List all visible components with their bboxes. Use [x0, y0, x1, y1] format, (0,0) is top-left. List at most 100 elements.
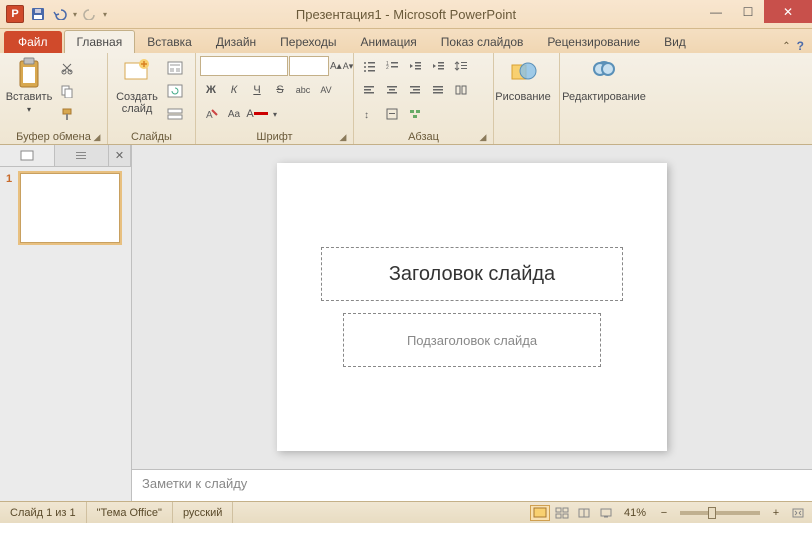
slide-thumbnail[interactable]: 1 [6, 173, 125, 243]
app-icon: P [6, 5, 24, 23]
shrink-font-icon[interactable]: A▾ [343, 55, 354, 77]
tab-insert[interactable]: Вставка [135, 31, 204, 53]
font-color-button[interactable]: A [246, 103, 268, 125]
grow-font-icon[interactable]: A▴ [330, 55, 342, 77]
clear-formatting-icon[interactable]: A [200, 103, 222, 125]
slide-canvas[interactable]: Заголовок слайда Подзаголовок слайда [132, 145, 812, 469]
sorter-view-icon[interactable] [552, 505, 572, 521]
reset-icon[interactable] [164, 80, 186, 102]
thumbnail-pane: ✕ 1 [0, 145, 132, 501]
underline-button[interactable]: Ч [246, 79, 268, 101]
title-placeholder[interactable]: Заголовок слайда [321, 247, 623, 301]
change-case-button[interactable]: Aa [223, 103, 245, 125]
ribbon: Вставить▾ Буфер обмена◢ Создать слайд Сл… [0, 53, 812, 145]
group-slides: Создать слайд Слайды [108, 53, 196, 144]
bold-button[interactable]: Ж [200, 79, 222, 101]
tab-design[interactable]: Дизайн [204, 31, 268, 53]
cut-icon[interactable] [56, 57, 78, 79]
decrease-indent-icon[interactable] [404, 55, 426, 77]
new-slide-button[interactable]: Создать слайд [112, 55, 162, 117]
columns-icon[interactable] [450, 79, 472, 101]
align-right-icon[interactable] [404, 79, 426, 101]
font-color-dropdown-icon[interactable]: ▾ [269, 103, 281, 125]
title-bar: P ▾ ▾ Презентация1 - Microsoft PowerPoin… [0, 0, 812, 29]
reading-view-icon[interactable] [574, 505, 594, 521]
editing-label: Редактирование [562, 91, 646, 103]
font-size-combo[interactable] [289, 56, 329, 76]
zoom-slider-thumb[interactable] [708, 507, 716, 519]
tab-review[interactable]: Рецензирование [535, 31, 652, 53]
zoom-out-icon[interactable]: − [654, 505, 674, 521]
group-editing: Редактирование [560, 53, 654, 144]
char-spacing-button[interactable]: AV [315, 79, 337, 101]
collapse-ribbon-icon[interactable]: ⌃ [782, 41, 790, 52]
window-title: Презентация1 - Microsoft PowerPoint [296, 7, 516, 22]
tab-slides-thumbnails[interactable] [0, 145, 55, 166]
align-text-icon[interactable] [381, 103, 403, 125]
close-pane-icon[interactable]: ✕ [109, 145, 131, 166]
layout-icon[interactable] [164, 57, 186, 79]
tab-transitions[interactable]: Переходы [268, 31, 348, 53]
line-spacing-icon[interactable] [450, 55, 472, 77]
shadow-button[interactable]: abc [292, 79, 314, 101]
help-icon[interactable]: ? [797, 39, 804, 53]
drawing-button[interactable]: Рисование [498, 55, 548, 105]
thumbnail-image [20, 173, 120, 243]
svg-text:2: 2 [386, 65, 389, 71]
tab-file[interactable]: Файл [4, 31, 62, 53]
group-drawing-label [498, 142, 555, 144]
align-left-icon[interactable] [358, 79, 380, 101]
normal-view-icon[interactable] [530, 505, 550, 521]
subtitle-placeholder[interactable]: Подзаголовок слайда [343, 313, 601, 367]
tab-view[interactable]: Вид [652, 31, 698, 53]
thumbnail-list: 1 [0, 167, 131, 501]
undo-icon[interactable] [50, 4, 70, 24]
section-icon[interactable] [164, 103, 186, 125]
align-center-icon[interactable] [381, 79, 403, 101]
slideshow-view-icon[interactable] [596, 505, 616, 521]
text-direction-icon[interactable]: ↕ [358, 103, 380, 125]
clipboard-icon [13, 57, 45, 89]
fit-to-window-icon[interactable] [788, 505, 808, 521]
font-family-combo[interactable] [200, 56, 288, 76]
bullets-icon[interactable] [358, 55, 380, 77]
maximize-button[interactable]: ☐ [732, 0, 764, 23]
copy-icon[interactable] [56, 80, 78, 102]
status-language[interactable]: русский [173, 502, 233, 523]
save-icon[interactable] [28, 4, 48, 24]
tab-animations[interactable]: Анимация [348, 31, 428, 53]
editing-button[interactable]: Редактирование [564, 55, 644, 105]
redo-icon[interactable] [80, 4, 100, 24]
slide-number: 1 [6, 173, 16, 243]
strikethrough-button[interactable]: S [269, 79, 291, 101]
drawing-label: Рисование [495, 91, 550, 103]
close-button[interactable]: ✕ [764, 0, 812, 23]
justify-icon[interactable] [427, 79, 449, 101]
status-slide-info: Слайд 1 из 1 [0, 502, 87, 523]
convert-smartart-icon[interactable] [404, 103, 426, 125]
dialog-launcher-icon[interactable]: ◢ [337, 131, 349, 143]
zoom-percent[interactable]: 41% [624, 507, 646, 519]
group-editing-label [564, 142, 650, 144]
zoom-in-icon[interactable]: + [766, 505, 786, 521]
group-font-label: Шрифт◢ [200, 130, 349, 144]
increase-indent-icon[interactable] [427, 55, 449, 77]
qat-customize-icon[interactable]: ▾ [102, 4, 108, 24]
minimize-button[interactable]: — [700, 0, 732, 23]
format-painter-icon[interactable] [56, 103, 78, 125]
qat-dropdown-icon[interactable]: ▾ [72, 4, 78, 24]
paste-button[interactable]: Вставить▾ [4, 55, 54, 117]
tab-slideshow[interactable]: Показ слайдов [429, 31, 536, 53]
shapes-icon [507, 57, 539, 89]
window-controls: — ☐ ✕ [700, 0, 812, 23]
dialog-launcher-icon[interactable]: ◢ [477, 131, 489, 143]
italic-button[interactable]: К [223, 79, 245, 101]
group-paragraph: 12 ↕ Абзац◢ [354, 53, 494, 144]
tab-home[interactable]: Главная [64, 30, 136, 53]
notes-pane[interactable]: Заметки к слайду [132, 469, 812, 501]
dialog-launcher-icon[interactable]: ◢ [91, 131, 103, 143]
tab-outline[interactable] [55, 145, 110, 166]
numbering-icon[interactable]: 12 [381, 55, 403, 77]
group-clipboard-label: Буфер обмена◢ [4, 130, 103, 144]
zoom-slider[interactable] [680, 511, 760, 515]
